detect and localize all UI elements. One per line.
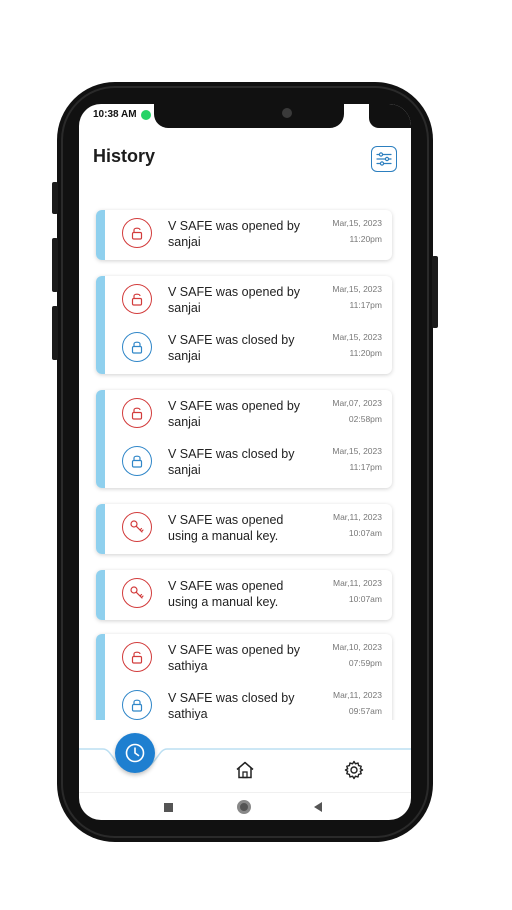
key-icon [122,578,152,608]
entry-date: Mar,10, 2023 [332,642,382,652]
entry-date: Mar,11, 2023 [333,690,382,700]
phone-volume-up [52,238,58,292]
entry-message: V SAFE was opened using a manual key. [168,579,284,609]
phone-side-button [52,182,58,214]
card-accent-bar [96,634,105,720]
history-entry[interactable]: V SAFE was closed by sanjai Mar,15, 2023 1… [122,330,382,370]
history-card: V SAFE was opened by sanjai Mar,15, 2023 1… [96,210,392,260]
notch-corner [369,104,411,128]
history-card: V SAFE was opened by sanjai Mar,15, 2023 1… [96,276,392,374]
history-entry[interactable]: V SAFE was opened by sanjai Mar,15, 2023 1… [122,282,382,322]
entry-time: 10:07am [348,594,382,604]
card-accent-bar [96,504,105,554]
entry-time: 11:17pm [349,462,382,472]
entry-message: V SAFE was closed by sathiya [168,691,295,720]
history-entry[interactable]: V SAFE was opened using a manual key. Mar… [122,510,382,550]
status-time: 10:38 AM [93,109,137,120]
whatsapp-notification-icon [140,109,151,120]
history-entry[interactable]: V SAFE was closed by sathiya Mar,11, 2023… [122,688,382,720]
entry-message: V SAFE was opened by sanjai [168,399,301,429]
status-bar: 10:38 AM [93,109,151,120]
entry-message: V SAFE was closed by sanjai [168,333,295,363]
history-entry[interactable]: V SAFE was opened using a manual key. Mar… [122,576,382,616]
entry-message: V SAFE was opened by sanjai [168,219,301,249]
history-list[interactable]: V SAFE was opened by sanjai Mar,15, 2023 1… [79,204,411,720]
app-screen: 10:38 AM History V SAFE was opened by sa… [79,104,411,820]
nav-home-button[interactable] [233,758,257,782]
unlock-icon [122,398,152,428]
unlock-icon [122,642,152,672]
entry-time: 11:20pm [349,234,382,244]
nav-settings-button[interactable] [342,758,366,782]
entry-message: V SAFE was opened by sanjai [168,285,301,315]
card-accent-bar [96,276,105,374]
history-entry[interactable]: V SAFE was opened by sanjai Mar,15, 2023 1… [122,216,382,256]
history-card: V SAFE was opened using a manual key. Mar… [96,504,392,554]
key-icon [122,512,152,542]
entry-time: 11:20pm [349,348,382,358]
lock-icon [122,446,152,476]
entry-time: 09:57am [348,706,382,716]
card-accent-bar [96,570,105,620]
entry-date: Mar,15, 2023 [332,332,382,342]
entry-date: Mar,15, 2023 [332,446,382,456]
lock-icon [122,332,152,362]
entry-message: V SAFE was closed by sanjai [168,447,295,477]
filter-sliders-icon [376,152,392,166]
card-accent-bar [96,390,105,488]
lock-icon [122,690,152,720]
history-entry[interactable]: V SAFE was closed by sanjai Mar,15, 2023 1… [122,444,382,484]
system-home-button[interactable] [237,800,251,814]
recent-apps-button[interactable] [164,803,173,812]
entry-date: Mar,15, 2023 [332,284,382,294]
page-title: History [93,146,156,166]
home-icon [236,761,254,779]
history-entry[interactable]: V SAFE was opened by sanjai Mar,07, 2023 0… [122,396,382,436]
entry-date: Mar,07, 2023 [332,398,382,408]
history-card: V SAFE was opened by sanjai Mar,07, 2023 0… [96,390,392,488]
history-entry[interactable]: V SAFE was opened by sathiya Mar,10, 2023… [122,640,382,680]
nav-history-button[interactable] [115,733,155,773]
card-accent-bar [96,210,105,260]
entry-time: 10:07am [348,528,382,538]
phone-volume-down [52,306,58,360]
bottom-nav [79,733,411,792]
entry-date: Mar,15, 2023 [332,218,382,228]
history-card: V SAFE was opened by sathiya Mar,10, 2023… [96,634,392,720]
system-nav-bar [79,792,411,820]
front-camera [282,108,292,118]
entry-time: 11:17pm [349,300,382,310]
filter-button[interactable] [371,146,397,172]
entry-message: V SAFE was opened by sathiya [168,643,301,673]
system-back-button[interactable] [314,802,322,812]
notch [154,104,344,128]
history-card: V SAFE was opened using a manual key. Mar… [96,570,392,620]
settings-gear-icon [344,760,364,780]
entry-date: Mar,11, 2023 [333,578,382,588]
unlock-icon [122,284,152,314]
entry-message: V SAFE was opened using a manual key. [168,513,284,543]
history-clock-icon [125,743,145,763]
entry-time: 02:58pm [348,414,382,424]
entry-time: 07:59pm [348,658,382,668]
phone-power-button [432,256,438,328]
unlock-icon [122,218,152,248]
entry-date: Mar,11, 2023 [333,512,382,522]
